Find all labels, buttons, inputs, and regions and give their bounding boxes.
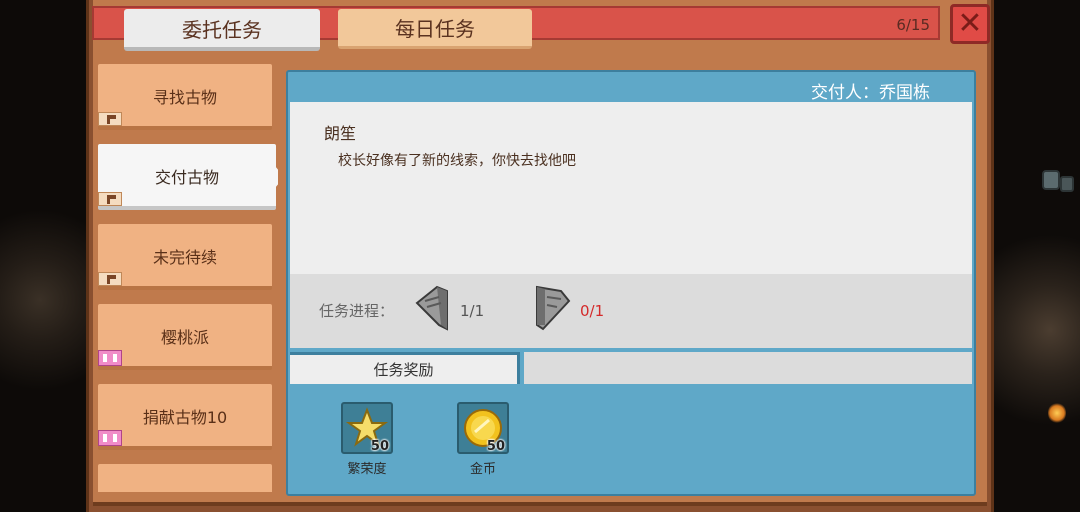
flag-icon	[98, 192, 122, 206]
close-button[interactable]: ✕	[950, 4, 990, 44]
flag-icon	[98, 272, 122, 286]
reward-name: 繁荣度	[347, 462, 387, 477]
reward-quantity: 50	[486, 439, 505, 454]
tab-commission[interactable]: 委托任务	[124, 9, 320, 51]
stone-tablet-icon	[415, 285, 448, 331]
close-icon: ✕	[957, 6, 983, 41]
quest-giver: 交付人：乔国栋	[811, 83, 930, 103]
quest-item-deliver-antique[interactable]: 交付古物	[98, 144, 278, 210]
quest-item-find-antique[interactable]: 寻找古物	[98, 64, 272, 130]
quest-item-to-be-continued[interactable]: 未完待续	[98, 224, 272, 290]
torch-decoration	[1048, 402, 1066, 424]
reward-tab-bar	[524, 352, 972, 384]
quest-description	[290, 102, 972, 274]
progress-count-shard: 0/1	[580, 302, 605, 320]
building-icon	[98, 350, 122, 366]
reward-quantity: 50	[370, 439, 389, 454]
reward-name: 金币	[469, 462, 496, 477]
quest-item-label: 樱桃派	[160, 328, 209, 347]
cave-background-right	[990, 0, 1080, 512]
quest-item-cherry-pie[interactable]: 樱桃派	[98, 304, 272, 370]
pot-decoration	[1060, 176, 1074, 192]
progress-label: 任务进程：	[319, 302, 395, 320]
quest-list[interactable]: 寻找古物 交付古物 未完待续 樱桃派 捐献古物10	[96, 62, 278, 492]
reward-gold[interactable]: 50	[457, 402, 509, 454]
quest-item-label: 未完待续	[152, 248, 217, 267]
quest-item-label: 寻找古物	[152, 88, 217, 107]
selected-arrow-icon	[275, 166, 278, 188]
tab-daily[interactable]: 每日任务	[338, 9, 532, 49]
flag-icon	[98, 112, 122, 126]
reward-tab[interactable]: 任务奖励	[290, 352, 520, 384]
quest-item-label: 捐献古物10	[142, 408, 228, 427]
npc-message: 校长好像有了新的线索，你快去找他吧	[338, 153, 576, 169]
reward-prosperity[interactable]: 50	[341, 402, 393, 454]
npc-name: 朗笙	[324, 124, 357, 143]
quest-item-partial[interactable]	[98, 464, 272, 492]
progress-count-tablet: 1/1	[460, 302, 485, 320]
quest-item-label: 交付古物	[154, 168, 219, 187]
cave-background-left	[0, 0, 90, 512]
quest-counter: 6/15	[896, 16, 930, 34]
pot-decoration	[1042, 170, 1060, 190]
quest-item-donate-antique[interactable]: 捐献古物10	[98, 384, 272, 450]
stone-shard-icon	[536, 285, 571, 331]
building-icon	[98, 430, 122, 446]
